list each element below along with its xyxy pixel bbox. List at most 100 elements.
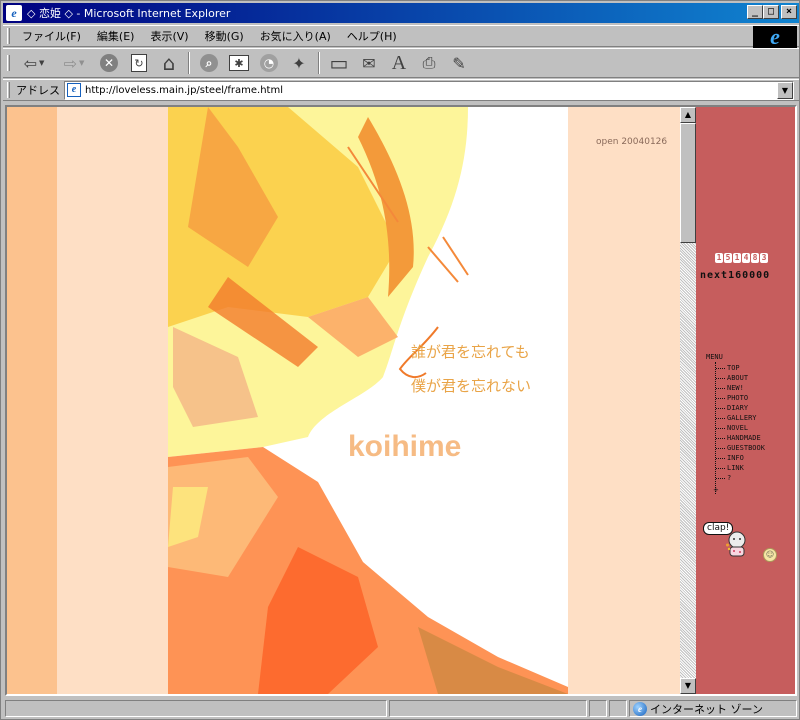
zone-label: インターネット ゾーン <box>650 702 763 716</box>
forward-arrow-icon: ⇨ <box>63 53 77 73</box>
status-progress <box>389 700 587 717</box>
stop-button[interactable]: ✕ <box>96 50 122 76</box>
security-zone[interactable]: e インターネット ゾーン <box>629 700 797 717</box>
fullscreen-button[interactable]: ▭ <box>326 50 352 76</box>
fullscreen-icon: ▭ <box>329 51 349 75</box>
print-icon: ⎙ <box>422 53 436 72</box>
back-arrow-icon: ⇦ <box>23 53 37 73</box>
menu-link-about[interactable]: ABOUT <box>716 373 765 383</box>
page-icon: e <box>67 83 81 97</box>
counter-digit: 8 <box>751 253 759 263</box>
history-button[interactable]: ◔ <box>256 50 282 76</box>
toolbar-separator <box>188 52 190 74</box>
menu-link-new[interactable]: NEW! <box>716 383 765 393</box>
scroll-down-button[interactable]: ▼ <box>680 678 696 694</box>
forward-button[interactable]: ⇨ ▼ <box>56 50 92 76</box>
menu-help[interactable]: ヘルプ(H) <box>339 28 405 44</box>
menubar-grip[interactable] <box>7 28 10 44</box>
font-button[interactable]: A <box>386 50 412 76</box>
address-label: アドレス <box>16 84 60 97</box>
side-menu: TOP ABOUT NEW! PHOTO DIARY GALLERY NOVEL… <box>716 363 765 483</box>
menu-link-handmade[interactable]: HANDMADE <box>716 433 765 443</box>
scroll-up-button[interactable]: ▲ <box>680 107 696 123</box>
channels-button[interactable]: ✦ <box>286 50 312 76</box>
print-button[interactable]: ⎙ <box>416 50 442 76</box>
close-button[interactable]: × <box>781 5 797 19</box>
addressbar-grip[interactable] <box>7 82 10 98</box>
minimize-button[interactable]: _ <box>747 5 763 19</box>
menu-favorites[interactable]: お気に入り(A) <box>252 28 339 44</box>
channels-icon: ✦ <box>292 53 306 73</box>
poem-line-1: 誰が君を忘れても <box>411 343 530 361</box>
scroll-thumb[interactable] <box>680 123 696 243</box>
address-input[interactable]: e http://loveless.main.jp/steel/frame.ht… <box>64 80 794 100</box>
smiley-icon: ☺ <box>763 548 777 562</box>
right-panel <box>568 107 680 694</box>
access-counter: 1 5 1 4 8 3 <box>715 253 768 263</box>
history-icon: ◔ <box>260 54 278 72</box>
left-panel <box>57 107 168 694</box>
home-icon: ⌂ <box>162 51 176 75</box>
menu-bar: ファイル(F) 編集(E) 表示(V) 移動(G) お気に入り(A) ヘルプ(H… <box>3 25 799 48</box>
left-stripe <box>7 107 57 694</box>
counter-digit: 3 <box>760 253 768 263</box>
menu-file[interactable]: ファイル(F) <box>14 28 89 44</box>
refresh-icon: ↻ <box>131 54 147 72</box>
counter-digit: 1 <box>733 253 741 263</box>
window-controls: _ □ × <box>747 5 797 19</box>
menu-link-photo[interactable]: PHOTO <box>716 393 765 403</box>
main-frame: open 20040126 誰が君を忘れても 僕が君を忘れない koihime <box>7 107 680 694</box>
window-title: ◇ 恋姫 ◇ - Microsoft Internet Explorer <box>27 7 231 20</box>
toolbar-grip[interactable] <box>7 55 10 71</box>
page-content: open 20040126 誰が君を忘れても 僕が君を忘れない koihime … <box>5 105 797 696</box>
status-cell <box>609 700 627 717</box>
menu-link-gallery[interactable]: GALLERY <box>716 413 765 423</box>
mail-button[interactable]: ✉ <box>356 50 382 76</box>
menu-view[interactable]: 表示(V) <box>142 28 196 44</box>
title-bar: e ◇ 恋姫 ◇ - Microsoft Internet Explorer _… <box>3 3 799 23</box>
browser-window: e ◇ 恋姫 ◇ - Microsoft Internet Explorer _… <box>0 0 800 720</box>
vertical-scrollbar[interactable]: ▲ ▼ <box>680 107 696 694</box>
stop-icon: ✕ <box>100 54 118 72</box>
poem-text: 誰が君を忘れても 僕が君を忘れない <box>411 335 531 403</box>
search-icon: ⌕ <box>200 54 218 72</box>
menu-tree-end: + <box>713 486 719 494</box>
menu-link-info[interactable]: INFO <box>716 453 765 463</box>
ie-icon: e <box>6 5 22 21</box>
menu-edit[interactable]: 編集(E) <box>89 28 143 44</box>
counter-digit: 5 <box>724 253 732 263</box>
site-logo-text: koihime <box>348 430 462 463</box>
address-dropdown-button[interactable]: ▼ <box>777 81 793 99</box>
next-counter-text: next160000 <box>700 270 771 281</box>
menu-heading: MENU <box>706 353 723 361</box>
menu-link-guestbook[interactable]: GUESTBOOK <box>716 443 765 453</box>
toolbar-separator <box>318 52 320 74</box>
standard-toolbar: ⇦ ▼ ⇨ ▼ ✕ ↻ ⌂ ⌕ ✱ ◔ ✦ ▭ ✉ A ⎙ ✎ <box>3 48 799 78</box>
status-cell <box>589 700 607 717</box>
favorites-button[interactable]: ✱ <box>226 50 252 76</box>
menu-link-question[interactable]: ? <box>716 473 765 483</box>
poem-line-2: 僕が君を忘れない <box>411 377 532 395</box>
address-bar: アドレス e http://loveless.main.jp/steel/fra… <box>3 79 799 101</box>
side-frame: 1 5 1 4 8 3 next160000 MENU TOP ABOUT NE… <box>696 107 795 694</box>
status-bar: e インターネット ゾーン <box>3 698 799 719</box>
menu-link-top[interactable]: TOP <box>716 363 765 373</box>
menu-link-link[interactable]: LINK <box>716 463 765 473</box>
back-button[interactable]: ⇦ ▼ <box>16 50 52 76</box>
home-button[interactable]: ⌂ <box>156 50 182 76</box>
open-date: open 20040126 <box>596 137 668 147</box>
search-button[interactable]: ⌕ <box>196 50 222 76</box>
maximize-button[interactable]: □ <box>763 5 779 19</box>
menu-link-diary[interactable]: DIARY <box>716 403 765 413</box>
counter-digit: 1 <box>715 253 723 263</box>
address-url[interactable]: http://loveless.main.jp/steel/frame.html <box>85 85 283 96</box>
refresh-button[interactable]: ↻ <box>126 50 152 76</box>
favorites-icon: ✱ <box>229 55 249 71</box>
edit-button[interactable]: ✎ <box>446 50 472 76</box>
menu-link-novel[interactable]: NOVEL <box>716 423 765 433</box>
menu-go[interactable]: 移動(G) <box>197 28 252 44</box>
internet-zone-icon: e <box>633 701 647 716</box>
clap-character-icon[interactable] <box>726 530 748 558</box>
counter-digit: 4 <box>742 253 750 263</box>
status-message <box>5 700 387 717</box>
